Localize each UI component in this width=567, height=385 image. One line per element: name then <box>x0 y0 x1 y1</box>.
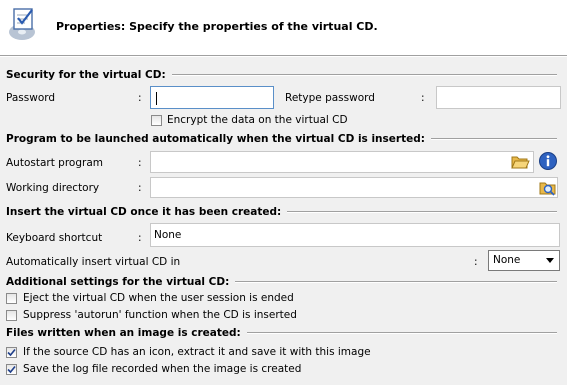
colon: : <box>474 256 478 268</box>
retype-password-field[interactable] <box>436 86 561 109</box>
section-title-security: Security for the virtual CD: <box>6 69 166 81</box>
auto-insert-selected: None <box>493 254 521 266</box>
section-title-files: Files written when an image is created: <box>6 327 241 339</box>
section-title-program: Program to be launched automatically whe… <box>6 133 425 145</box>
section-security: Security for the virtual CD: <box>6 68 557 82</box>
retype-password-label: Retype password <box>285 92 375 104</box>
section-files: Files written when an image is created: <box>6 326 557 340</box>
section-additional: Additional settings for the virtual CD: <box>6 275 557 289</box>
section-program: Program to be launched automatically whe… <box>6 132 557 146</box>
folder-search-icon[interactable] <box>538 178 558 198</box>
encrypt-label: Encrypt the data on the virtual CD <box>167 114 348 126</box>
keyboard-shortcut-field[interactable]: None <box>150 223 560 247</box>
folder-open-icon[interactable] <box>510 152 530 172</box>
working-directory-label: Working directory <box>6 182 100 194</box>
auto-insert-label: Automatically insert virtual CD in <box>6 256 181 268</box>
chevron-down-icon <box>546 258 554 263</box>
text-caret <box>156 92 157 105</box>
extract-icon-checkbox[interactable] <box>6 347 17 358</box>
section-divider <box>430 138 557 140</box>
suppress-autorun-checkbox[interactable] <box>6 310 17 321</box>
password-field[interactable] <box>150 86 274 109</box>
virtual-cd-properties-icon <box>6 6 40 42</box>
section-divider <box>287 211 557 213</box>
save-log-label: Save the log file recorded when the imag… <box>23 363 302 375</box>
eject-checkbox[interactable] <box>6 293 17 304</box>
extract-icon-label: If the source CD has an icon, extract it… <box>23 346 371 358</box>
info-icon[interactable] <box>538 151 558 171</box>
colon: : <box>138 92 142 104</box>
autostart-program-field[interactable] <box>150 151 534 173</box>
autostart-program-label: Autostart program <box>6 157 103 169</box>
section-insert: Insert the virtual CD once it has been c… <box>6 205 557 219</box>
save-log-checkbox[interactable] <box>6 364 17 375</box>
keyboard-shortcut-label: Keyboard shortcut <box>6 232 103 244</box>
checkmark-icon <box>7 348 16 357</box>
colon: : <box>138 157 142 169</box>
header-divider <box>0 56 567 57</box>
section-title-additional: Additional settings for the virtual CD: <box>6 276 230 288</box>
auto-insert-dropdown[interactable]: None <box>488 250 560 271</box>
keyboard-shortcut-value: None <box>154 229 182 241</box>
working-directory-field[interactable] <box>150 177 558 198</box>
section-divider <box>235 281 557 283</box>
suppress-autorun-label: Suppress 'autorun' function when the CD … <box>23 309 297 321</box>
page-title: Properties: Specify the properties of th… <box>56 20 378 33</box>
section-divider <box>246 332 557 334</box>
colon: : <box>138 182 142 194</box>
password-label: Password <box>6 92 56 104</box>
colon: : <box>421 92 425 104</box>
eject-label: Eject the virtual CD when the user sessi… <box>23 292 294 304</box>
checkmark-icon <box>7 365 16 374</box>
encrypt-checkbox[interactable] <box>151 115 162 126</box>
header-panel: Properties: Specify the properties of th… <box>0 0 567 56</box>
section-divider <box>171 74 557 76</box>
section-title-insert: Insert the virtual CD once it has been c… <box>6 206 282 218</box>
colon: : <box>138 232 142 244</box>
